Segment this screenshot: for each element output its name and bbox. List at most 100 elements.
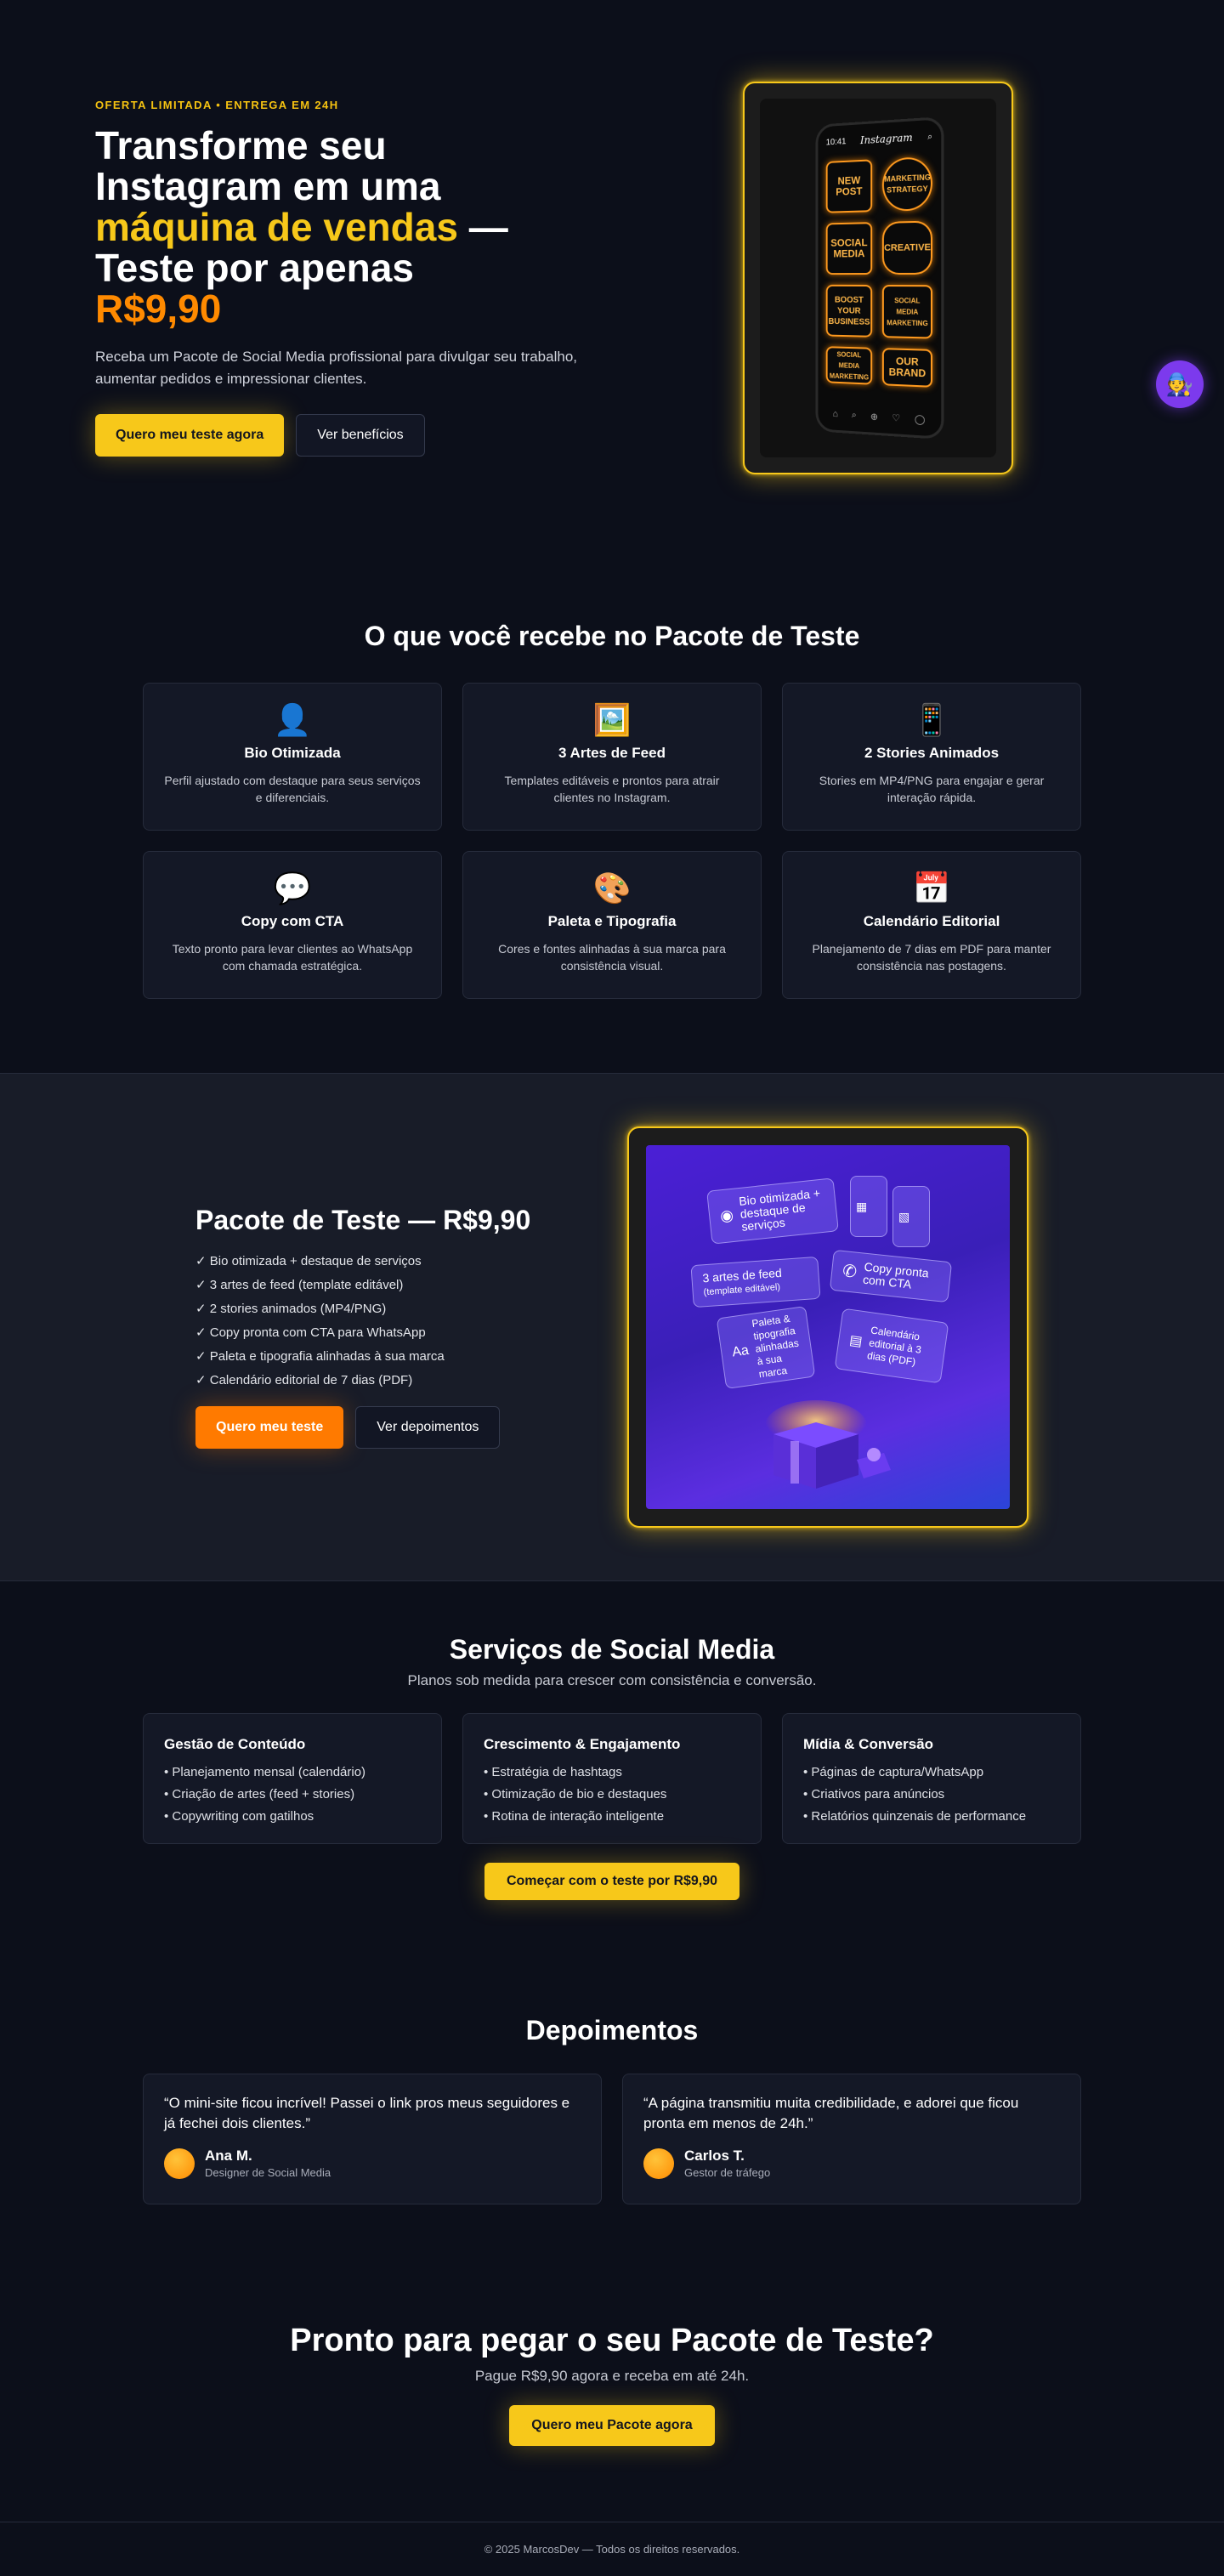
package-content: Pacote de Teste — R$9,90 ✓ Bio otimizada… (196, 1205, 552, 1449)
benefit-desc: Stories em MP4/PNG para engajar e gerar … (819, 774, 1045, 804)
final-cta-subtitle: Pague R$9,90 agora e receba em até 24h. (474, 2368, 750, 2384)
benefit-title: Copy com CTA (241, 913, 344, 929)
headline-highlight: máquina de vendas (95, 205, 458, 249)
services-grid: Gestão de Conteúdo • Planejamento mensal… (0, 1713, 1224, 1844)
promo-card-calendario: ▤ Calendário editorial à 3 dias (PDF) (834, 1308, 949, 1384)
benefit-card: 🎨 Paleta e Tipografia Cores e fontes ali… (462, 851, 762, 999)
final-cta-button[interactable]: Quero meu Pacote agora (509, 2405, 715, 2446)
hero-primary-button[interactable]: Quero meu teste agora (95, 414, 285, 457)
package-actions: Quero meu teste Ver depoimentos (196, 1406, 552, 1449)
testimonial-name: Ana M. (205, 2148, 252, 2164)
hero-phone-image: 10:41 Instagram ⌕ NEW POST MARKETING STR… (743, 82, 1013, 474)
phone-tile: OUR BRAND (882, 348, 933, 388)
testimonial-card: “A página transmitiu muita credibilidade… (622, 2074, 1081, 2204)
phone-post-grid: NEW POST MARKETING STRATEGY SOCIAL MEDIA… (825, 156, 933, 388)
service-item: • Otimização de bio e destaques (484, 1787, 667, 1801)
service-title: Gestão de Conteúdo (164, 1736, 306, 1752)
home-icon: ⌂ (832, 409, 838, 420)
footer-copyright: © 2025 MarcosDev — Todos os direitos res… (484, 2543, 740, 2556)
benefit-card: 📅 Calendário Editorial Planejamento de 7… (782, 851, 1081, 999)
package-primary-button[interactable]: Quero meu teste (196, 1406, 344, 1449)
hero-actions: Quero meu teste agora Ver benefícios (95, 414, 622, 457)
testimonial-card: “O mini-site ficou incrível! Passei o li… (143, 2074, 602, 2204)
speech-balloon-icon: 💬 (273, 871, 312, 905)
package-list-item: ✓ Paleta e tipografia alinhadas à sua ma… (196, 1349, 445, 1364)
benefit-desc: Planejamento de 7 dias em PDF para mante… (812, 942, 1051, 973)
profile-icon: ◯ (914, 414, 926, 426)
user-icon: ◉ (719, 1206, 734, 1225)
benefit-desc: Texto pronto para levar clientes ao What… (172, 942, 413, 973)
package-section: Pacote de Teste — R$9,90 ✓ Bio otimizada… (0, 1073, 1224, 1581)
phone-tile: SOCIAL MEDIA (825, 222, 873, 275)
service-item: • Estratégia de hashtags (484, 1765, 622, 1779)
benefit-title: 3 Artes de Feed (558, 745, 666, 761)
package-list-item: ✓ Calendário editorial de 7 dias (PDF) (196, 1373, 413, 1387)
package-secondary-button[interactable]: Ver depoimentos (355, 1406, 501, 1449)
phone-tile: BOOST YOUR BUSINESS (825, 284, 873, 338)
promo-card-image: ▧ (892, 1186, 930, 1247)
mechanic-avatar-icon: 🧑‍🔧 (1165, 371, 1194, 397)
services-section: Serviços de Social Media Planos sob medi… (0, 1634, 1224, 1900)
testimonial-role: Designer de Social Media (205, 2166, 332, 2179)
phone-tile: CREATIVE (882, 220, 933, 275)
whatsapp-icon: ✆ (842, 1261, 858, 1282)
benefit-desc: Perfil ajustado com destaque para seus s… (164, 774, 421, 804)
service-card: Crescimento & Engajamento • Estratégia d… (462, 1713, 762, 1844)
phone-time: 10:41 (825, 136, 847, 147)
calendar-icon: 📅 (912, 871, 951, 905)
benefit-title: 2 Stories Animados (864, 745, 1000, 761)
benefit-card: 💬 Copy com CTA Texto pronto para levar c… (143, 851, 442, 999)
promo-card-paleta: Aa Paleta & tipografia alinhadas à sua m… (716, 1306, 816, 1389)
package-list-item: ✓ 3 artes de feed (template editável) (196, 1278, 404, 1292)
hero-lead: Receba um Pacote de Social Media profiss… (95, 349, 577, 387)
phone-search-icon: ⌕ (927, 131, 933, 142)
benefit-desc: Cores e fontes alinhadas à sua marca par… (498, 942, 726, 973)
service-title: Crescimento & Engajamento (484, 1736, 681, 1752)
service-item: • Copywriting com gatilhos (164, 1809, 314, 1824)
testimonial-name: Carlos T. (684, 2148, 745, 2164)
headline-price: R$9,90 (95, 287, 222, 331)
service-item: • Criativos para anúncios (803, 1787, 945, 1801)
benefit-title: Calendário Editorial (863, 913, 1000, 929)
add-icon: ⊕ (870, 411, 878, 423)
testimonial-quote: “A página transmitiu muita credibilidade… (643, 2095, 1019, 2131)
package-list-item: ✓ 2 stories animados (MP4/PNG) (196, 1302, 387, 1316)
benefit-desc: Templates editáveis e prontos para atrai… (504, 774, 720, 804)
image-icon: ▧ (898, 1209, 910, 1223)
phone-tile: MARKETING STRATEGY (882, 156, 933, 212)
hero-headline: Transforme seu Instagram em uma máquina … (95, 125, 622, 329)
services-cta-button[interactable]: Começar com o teste por R$9,90 (484, 1863, 740, 1900)
benefit-card: 🖼️ 3 Artes de Feed Templates editáveis e… (462, 683, 762, 831)
headline-line-2: Instagram em uma (95, 164, 441, 208)
phone-tile: SOCIAL MEDIA MARKETING (882, 285, 933, 339)
benefits-title: O que você recebe no Pacote de Teste (364, 621, 860, 651)
heart-icon: ♡ (892, 412, 901, 424)
floating-avatar-button[interactable]: 🧑‍🔧 (1156, 360, 1204, 408)
hero-secondary-button[interactable]: Ver benefícios (296, 414, 425, 457)
benefits-section: O que você recebe no Pacote de Teste 👤 B… (0, 621, 1224, 999)
artist-palette-icon: 🎨 (592, 871, 632, 905)
package-list-item: ✓ Bio otimizada + destaque de serviços (196, 1254, 422, 1268)
service-item: • Rotina de interação inteligente (484, 1809, 665, 1824)
testimonial-role: Gestor de tráfego (684, 2166, 771, 2179)
typography-icon: Aa (731, 1342, 750, 1359)
service-item: • Páginas de captura/WhatsApp (803, 1765, 984, 1779)
headline-dash: — (457, 205, 508, 249)
service-item: • Criação de artes (feed + stories) (164, 1787, 355, 1801)
search-icon: ⌕ (851, 410, 857, 421)
service-item: • Planejamento mensal (calendário) (164, 1765, 366, 1779)
person-silhouette-icon: 👤 (273, 702, 312, 737)
testimonials-grid: “O mini-site ficou incrível! Passei o li… (0, 2074, 1224, 2204)
package-title: Pacote de Teste — R$9,90 (196, 1205, 531, 1235)
service-title: Mídia & Conversão (803, 1736, 934, 1752)
service-item: • Relatórios quinzenais de performance (803, 1809, 1027, 1824)
services-title: Serviços de Social Media (449, 1634, 775, 1665)
benefit-card: 👤 Bio Otimizada Perfil ajustado com dest… (143, 683, 442, 831)
footer: © 2025 MarcosDev — Todos os direitos res… (0, 2522, 1224, 2576)
service-card: Mídia & Conversão • Páginas de captura/W… (782, 1713, 1081, 1844)
calendar-icon: ▤ (848, 1332, 864, 1349)
hero-section: OFERTA LIMITADA • ENTREGA EM 24H Transfo… (0, 0, 1224, 527)
service-card: Gestão de Conteúdo • Planejamento mensal… (143, 1713, 442, 1844)
hero-content: OFERTA LIMITADA • ENTREGA EM 24H Transfo… (95, 99, 622, 457)
services-subtitle: Planos sob medida para crescer com consi… (407, 1672, 817, 1688)
